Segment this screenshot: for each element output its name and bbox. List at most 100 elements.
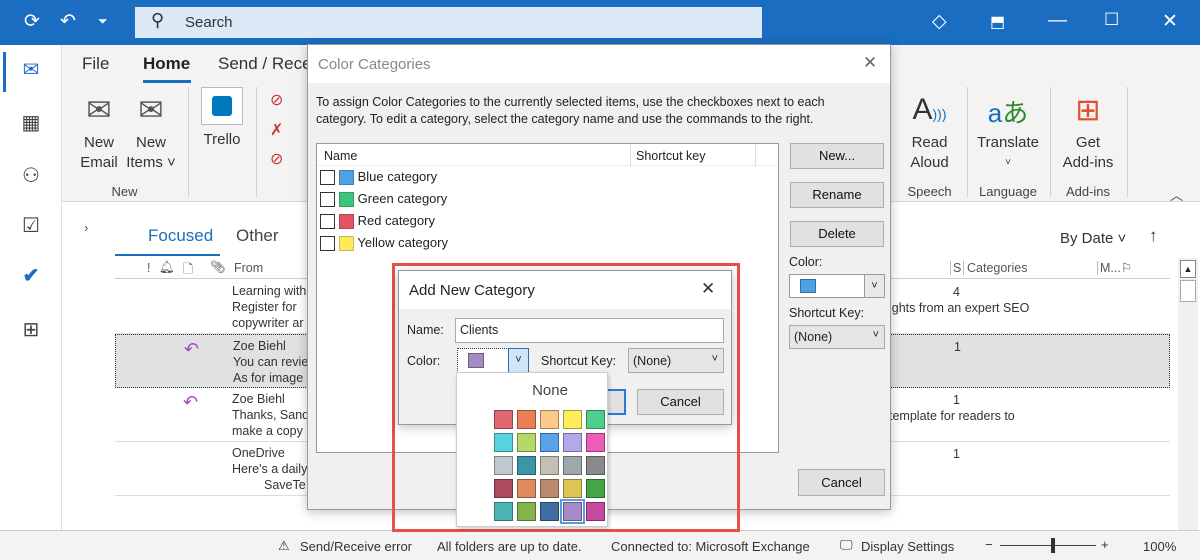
shortcut-key-select[interactable]: (None) ˅	[789, 325, 885, 349]
palette-color-swatch[interactable]	[517, 502, 536, 521]
new-email-button[interactable]: ✉ New Email	[74, 93, 124, 173]
cancel-button[interactable]: Cancel	[798, 469, 885, 496]
tab-send-receive[interactable]: Send / Rece	[218, 54, 312, 74]
cleanup-icon[interactable]: ✗	[270, 120, 283, 140]
sort-by-date[interactable]: By Date ˅	[1060, 230, 1126, 247]
attachment-column-icon[interactable]: 📎︎	[210, 260, 226, 275]
palette-color-swatch[interactable]	[517, 456, 536, 475]
chevron-down-icon[interactable]: ˅	[864, 275, 884, 297]
delete-button[interactable]: Delete	[790, 221, 884, 247]
name-column-header[interactable]: Name	[324, 149, 357, 163]
shortcut-key-select[interactable]: (None) ˅	[628, 348, 724, 373]
new-button[interactable]: New...	[790, 143, 884, 169]
quick-access-dropdown-icon[interactable]: ⏷	[98, 14, 108, 29]
category-checkbox[interactable]	[320, 192, 335, 208]
color-dropdown[interactable]: ˅	[789, 274, 885, 298]
icon-column-icon[interactable]: 🗋	[183, 260, 193, 281]
chevron-down-icon[interactable]: ˅	[508, 348, 529, 373]
zoom-slider[interactable]	[1000, 538, 1096, 553]
mentions-column[interactable]: M...	[1097, 261, 1121, 275]
trello-button[interactable]	[201, 87, 243, 125]
tab-home[interactable]: Home	[143, 54, 190, 74]
category-name[interactable]: Yellow category	[357, 235, 448, 250]
palette-color-swatch[interactable]	[540, 456, 559, 475]
category-name[interactable]: Red category	[358, 213, 435, 228]
premium-diamond-icon[interactable]: ◇	[932, 10, 947, 33]
people-icon[interactable]: ⚇	[18, 163, 44, 188]
junk-icon[interactable]: ⊘	[270, 149, 283, 169]
search-box[interactable]: ⚲ Search	[135, 7, 762, 38]
rename-button[interactable]: Rename	[790, 182, 884, 208]
ignore-icon[interactable]: ⊘	[270, 90, 283, 110]
category-item[interactable]: Yellow category	[317, 232, 778, 254]
palette-color-swatch[interactable]	[517, 410, 536, 429]
zoom-slider-thumb[interactable]	[1050, 538, 1055, 553]
category-item[interactable]: Green category	[317, 188, 778, 210]
palette-color-swatch[interactable]	[586, 433, 605, 452]
close-icon[interactable]: ✕	[1162, 10, 1178, 33]
translate-button[interactable]: aあ Translate ˅	[974, 93, 1042, 173]
palette-color-swatch[interactable]	[563, 456, 582, 475]
category-item[interactable]: Blue category	[317, 166, 778, 188]
undo-icon[interactable]: ↶	[60, 10, 76, 33]
expand-folders-icon[interactable]: ›	[84, 220, 88, 235]
palette-color-swatch[interactable]	[563, 410, 582, 429]
category-name[interactable]: Green category	[358, 191, 448, 206]
cancel-button[interactable]: Cancel	[637, 389, 724, 415]
get-addins-button[interactable]: ⊞ Get Add-ins	[1057, 93, 1119, 173]
sync-icon[interactable]: ⟳	[24, 10, 40, 33]
reminder-column-icon[interactable]: 🔔︎	[159, 260, 175, 275]
name-input[interactable]: Clients	[455, 318, 724, 343]
palette-color-swatch[interactable]	[560, 499, 585, 524]
categories-column[interactable]: Categories	[963, 261, 1027, 275]
zoom-in-icon[interactable]: +	[1101, 537, 1109, 552]
palette-color-swatch[interactable]	[494, 410, 513, 429]
palette-color-swatch[interactable]	[586, 456, 605, 475]
palette-color-swatch[interactable]	[540, 410, 559, 429]
shortcut-column-header[interactable]: Shortcut key	[630, 144, 756, 166]
tab-other[interactable]: Other	[236, 226, 279, 246]
send-receive-error[interactable]: Send/Receive error	[300, 539, 412, 554]
maximize-icon[interactable]: ☐	[1104, 10, 1119, 30]
read-aloud-button[interactable]: A))) Read Aloud	[902, 93, 957, 173]
scroll-up-icon[interactable]: ▲	[1180, 260, 1196, 278]
color-dropdown[interactable]: ˅	[457, 348, 529, 373]
flag-column-icon[interactable]: ⚐	[1121, 260, 1132, 275]
palette-color-swatch[interactable]	[494, 433, 513, 452]
palette-color-swatch[interactable]	[540, 502, 559, 521]
palette-color-swatch[interactable]	[586, 502, 605, 521]
calendar-icon[interactable]: ▦	[18, 110, 44, 135]
scrollbar-thumb[interactable]	[1180, 280, 1196, 302]
palette-color-swatch[interactable]	[494, 456, 513, 475]
scrollbar[interactable]: ▲	[1178, 258, 1198, 530]
palette-color-swatch[interactable]	[586, 479, 605, 498]
tasks-icon[interactable]: ☑	[18, 213, 44, 238]
importance-column-icon[interactable]: !	[147, 261, 150, 275]
palette-color-swatch[interactable]	[563, 433, 582, 452]
palette-color-swatch[interactable]	[540, 479, 559, 498]
category-name[interactable]: Blue category	[358, 169, 438, 184]
category-item[interactable]: Red category	[317, 210, 778, 232]
size-column[interactable]: S	[950, 261, 961, 275]
tab-focused[interactable]: Focused	[148, 226, 213, 246]
ribbon-display-icon[interactable]: ⬒	[990, 12, 1005, 32]
sort-direction-icon[interactable]: ↑	[1149, 226, 1158, 246]
minimize-icon[interactable]: —	[1048, 10, 1067, 32]
close-icon[interactable]: ✕	[701, 279, 715, 299]
palette-color-swatch[interactable]	[586, 410, 605, 429]
category-checkbox[interactable]	[320, 170, 335, 186]
palette-color-swatch[interactable]	[517, 479, 536, 498]
category-checkbox[interactable]	[320, 214, 335, 230]
todo-icon[interactable]: ✔	[18, 263, 44, 288]
palette-color-swatch[interactable]	[494, 479, 513, 498]
close-icon[interactable]: ✕	[863, 53, 877, 73]
palette-color-swatch[interactable]	[517, 433, 536, 452]
category-checkbox[interactable]	[320, 236, 335, 252]
zoom-out-icon[interactable]: −	[985, 537, 993, 552]
tab-file[interactable]: File	[82, 54, 109, 74]
new-items-button[interactable]: ✉ New Items ˅	[126, 93, 176, 173]
mail-icon[interactable]: ✉	[18, 57, 44, 82]
palette-color-swatch[interactable]	[494, 502, 513, 521]
apps-icon[interactable]: ⊞	[18, 317, 44, 342]
from-column[interactable]: From	[234, 261, 263, 275]
